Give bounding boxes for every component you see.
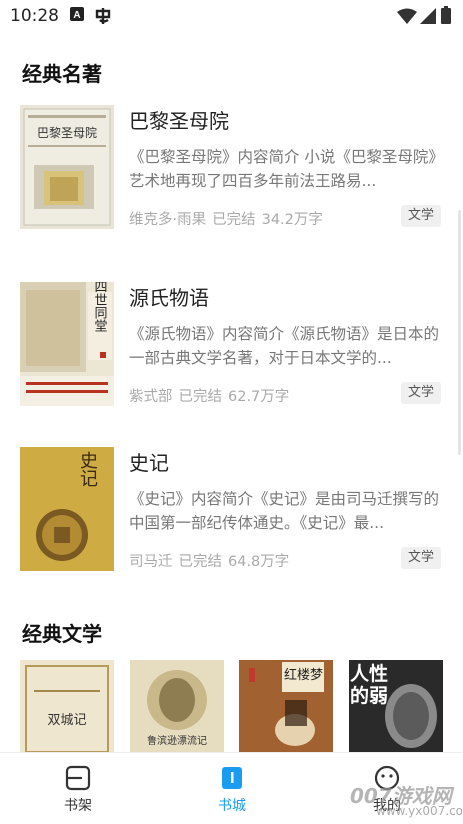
book-word-count: 64.8万字 (228, 554, 290, 570)
book-description: 《巴黎圣母院》内容简介 小说《巴黎圣母院》艺术地再现了四百多年前法王路易... (129, 148, 437, 190)
watermark-url: www.yx007.com (376, 804, 463, 818)
book-author: 紫式部 (129, 389, 173, 405)
cover-title-text: 鲁滨逊漂流记 (147, 734, 207, 747)
book-cover[interactable]: 巴黎圣母院 (20, 105, 114, 229)
book-card[interactable]: 史记 史记 《史记》内容简介《史记》是由司马迁撰写的中国第一部纪传体通史。《史记… (0, 447, 463, 573)
book-status: 已完结 (212, 212, 256, 228)
section-title-classics: 经典名著 (22, 62, 102, 86)
book-title[interactable]: 巴黎圣母院 (129, 105, 229, 134)
cover-title-text: 四世同堂 (93, 282, 108, 332)
app-notification-icon (95, 8, 111, 24)
book-title[interactable]: 源氏物语 (129, 282, 209, 311)
status-bar: 10:28 A (0, 0, 463, 32)
book-status: 已完结 (178, 389, 223, 405)
wifi-icon (397, 8, 417, 24)
book-description: 《史记》内容简介《史记》是由司马迁撰写的中国第一部纪传体通史。《史记》最... (129, 490, 440, 532)
svg-text:A: A (73, 10, 80, 21)
nav-item-bookshelf[interactable]: 书架 (28, 753, 128, 824)
book-genre-tag: 文学 (401, 205, 441, 227)
book-meta: 紫式部 已完结 62.7万字 (129, 385, 295, 406)
nav-label: 书城 (218, 798, 246, 814)
status-time: 10:28 (10, 6, 59, 26)
book-thumbnail[interactable]: 鲁滨逊漂流记 (130, 660, 224, 752)
thumbnail-title-text: 红楼梦 (284, 667, 324, 682)
book-card[interactable]: 巴黎圣母院 巴黎圣母院 《巴黎圣母院》内容简介 小说《巴黎圣母院》艺术地再现了四… (0, 105, 463, 231)
nav-item-bookstore[interactable]: 书城 (182, 753, 282, 824)
thumbnail-title-text: 人性的弱 (350, 664, 389, 707)
cell-signal-icon (420, 8, 436, 24)
book-meta: 司马迁 已完结 64.8万字 (129, 550, 295, 571)
cover-title-text: 双城记 (47, 712, 86, 727)
book-genre-tag: 文学 (401, 547, 441, 569)
book-author: 维克多·雨果 (129, 212, 207, 228)
section-title-literature: 经典文学 (22, 622, 102, 646)
book-card[interactable]: 四世同堂 源氏物语 《源氏物语》内容简介《源氏物语》是日本的一部古典文学名著，对… (0, 282, 463, 408)
keyboard-a-icon: A (70, 7, 84, 21)
bookshelf-icon (65, 765, 91, 791)
book-description: 《源氏物语》内容简介《源氏物语》是日本的一部古典文学名著，对于日本文学的... (129, 325, 440, 367)
book-word-count: 34.2万字 (261, 212, 323, 228)
book-title[interactable]: 史记 (129, 447, 169, 476)
book-author: 司马迁 (129, 554, 173, 570)
book-word-count: 62.7万字 (228, 389, 290, 405)
nav-label: 书架 (64, 798, 92, 814)
cover-title-text: 巴黎圣母院 (37, 126, 97, 140)
scrollbar[interactable] (458, 210, 461, 455)
book-cover[interactable]: 四世同堂 (20, 282, 114, 406)
book-genre-tag: 文学 (401, 382, 441, 404)
bookstore-icon (222, 767, 242, 789)
book-meta: 维克多·雨果 已完结 34.2万字 (129, 208, 329, 229)
battery-icon (441, 6, 451, 24)
cover-title-text: 史记 (78, 451, 98, 487)
book-thumbnail[interactable]: 双城记 (20, 660, 114, 752)
book-cover[interactable]: 史记 (20, 447, 114, 571)
book-status: 已完结 (178, 554, 223, 570)
